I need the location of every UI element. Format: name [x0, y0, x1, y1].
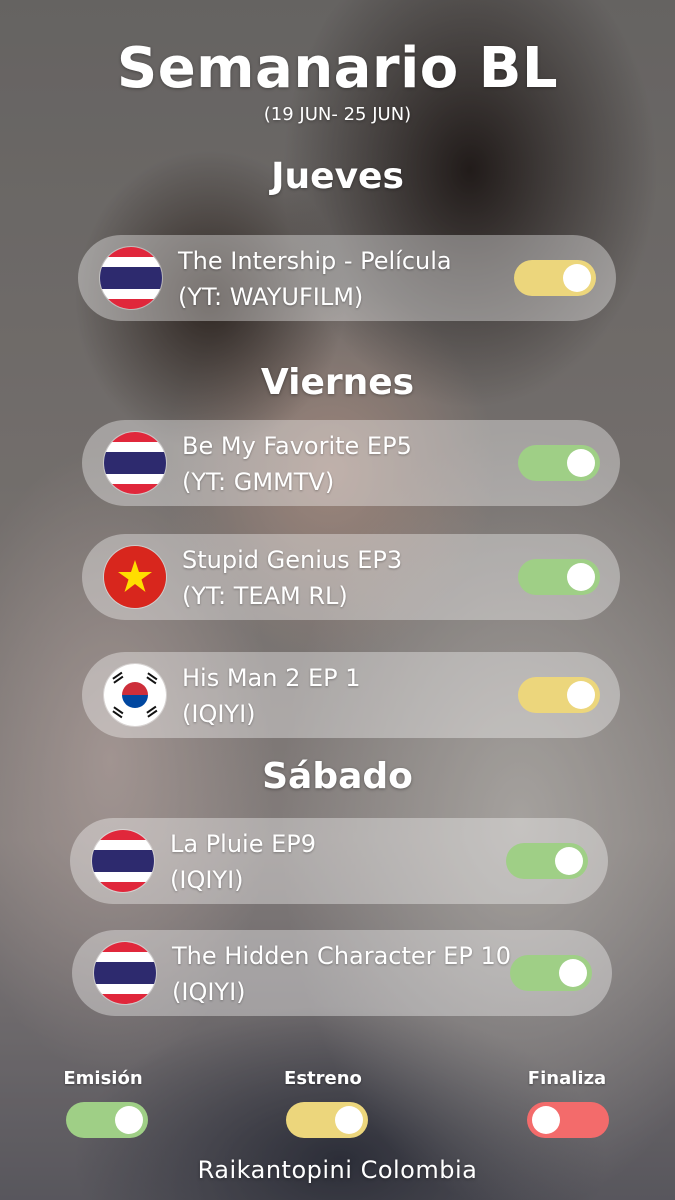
- toggle-knob: [335, 1106, 363, 1134]
- show-platform: (IQIYI): [170, 866, 244, 894]
- show-item: La Pluie EP9 (IQIYI): [70, 818, 608, 904]
- show-label: The Intership - Película (YT: WAYUFILM): [178, 243, 452, 315]
- show-label: Be My Favorite EP5 (YT: GMMTV): [182, 428, 412, 500]
- show-platform: (IQIYI): [182, 700, 256, 728]
- date-range: (19 JUN- 25 JUN): [263, 104, 412, 125]
- toggle-knob: [567, 563, 595, 591]
- status-toggle-estreno[interactable]: [514, 260, 596, 296]
- show-platform: (IQIYI): [172, 978, 246, 1006]
- show-title: Stupid Genius EP3: [182, 546, 403, 574]
- show-platform: (YT: WAYUFILM): [178, 283, 364, 311]
- thailand-flag-icon: [92, 830, 154, 892]
- show-title: Be My Favorite EP5: [182, 432, 412, 460]
- legend-label-emision: Emisión: [63, 1068, 143, 1089]
- show-label: His Man 2 EP 1 (IQIYI): [182, 660, 361, 732]
- thailand-flag-icon: [94, 942, 156, 1004]
- show-platform: (YT: GMMTV): [182, 468, 335, 496]
- thailand-flag-icon: [100, 247, 162, 309]
- status-toggle-emision[interactable]: [510, 955, 592, 991]
- page-title: Semanario BL: [116, 36, 559, 101]
- legend-toggle-estreno: [286, 1102, 368, 1138]
- show-title: The Hidden Character EP 10: [172, 942, 511, 970]
- show-item: His Man 2 EP 1 (IQIYI): [82, 652, 620, 738]
- show-platform: (YT: TEAM RL): [182, 582, 348, 610]
- day-heading-jueves: Jueves: [271, 156, 404, 197]
- show-item: The Intership - Película (YT: WAYUFILM): [78, 235, 616, 321]
- toggle-knob: [567, 449, 595, 477]
- toggle-knob: [563, 264, 591, 292]
- show-label: The Hidden Character EP 10 (IQIYI): [172, 938, 511, 1010]
- day-heading-sabado: Sábado: [262, 756, 413, 797]
- footer-credit: Raikantopini Colombia: [197, 1156, 478, 1184]
- legend-label-finaliza: Finaliza: [527, 1068, 607, 1089]
- status-toggle-emision[interactable]: [518, 445, 600, 481]
- legend-label-estreno: Estreno: [284, 1068, 362, 1089]
- show-item: Stupid Genius EP3 (YT: TEAM RL): [82, 534, 620, 620]
- thailand-flag-icon: [104, 432, 166, 494]
- show-item: The Hidden Character EP 10 (IQIYI): [72, 930, 612, 1016]
- status-toggle-emision[interactable]: [518, 559, 600, 595]
- show-label: La Pluie EP9 (IQIYI): [170, 826, 316, 898]
- legend-toggle-emision: [66, 1102, 148, 1138]
- day-heading-viernes: Viernes: [260, 362, 415, 403]
- toggle-knob: [532, 1106, 560, 1134]
- vietnam-flag-icon: [104, 546, 166, 608]
- show-title: The Intership - Película: [178, 247, 452, 275]
- toggle-knob: [559, 959, 587, 987]
- status-toggle-estreno[interactable]: [518, 677, 600, 713]
- legend-toggle-finaliza: [527, 1102, 609, 1138]
- show-title: His Man 2 EP 1: [182, 664, 361, 692]
- show-label: Stupid Genius EP3 (YT: TEAM RL): [182, 542, 402, 614]
- south-korea-flag-icon: [104, 664, 166, 726]
- toggle-knob: [115, 1106, 143, 1134]
- toggle-knob: [555, 847, 583, 875]
- show-title: La Pluie EP9: [170, 830, 317, 858]
- toggle-knob: [567, 681, 595, 709]
- status-toggle-emision[interactable]: [506, 843, 588, 879]
- show-item: Be My Favorite EP5 (YT: GMMTV): [82, 420, 620, 506]
